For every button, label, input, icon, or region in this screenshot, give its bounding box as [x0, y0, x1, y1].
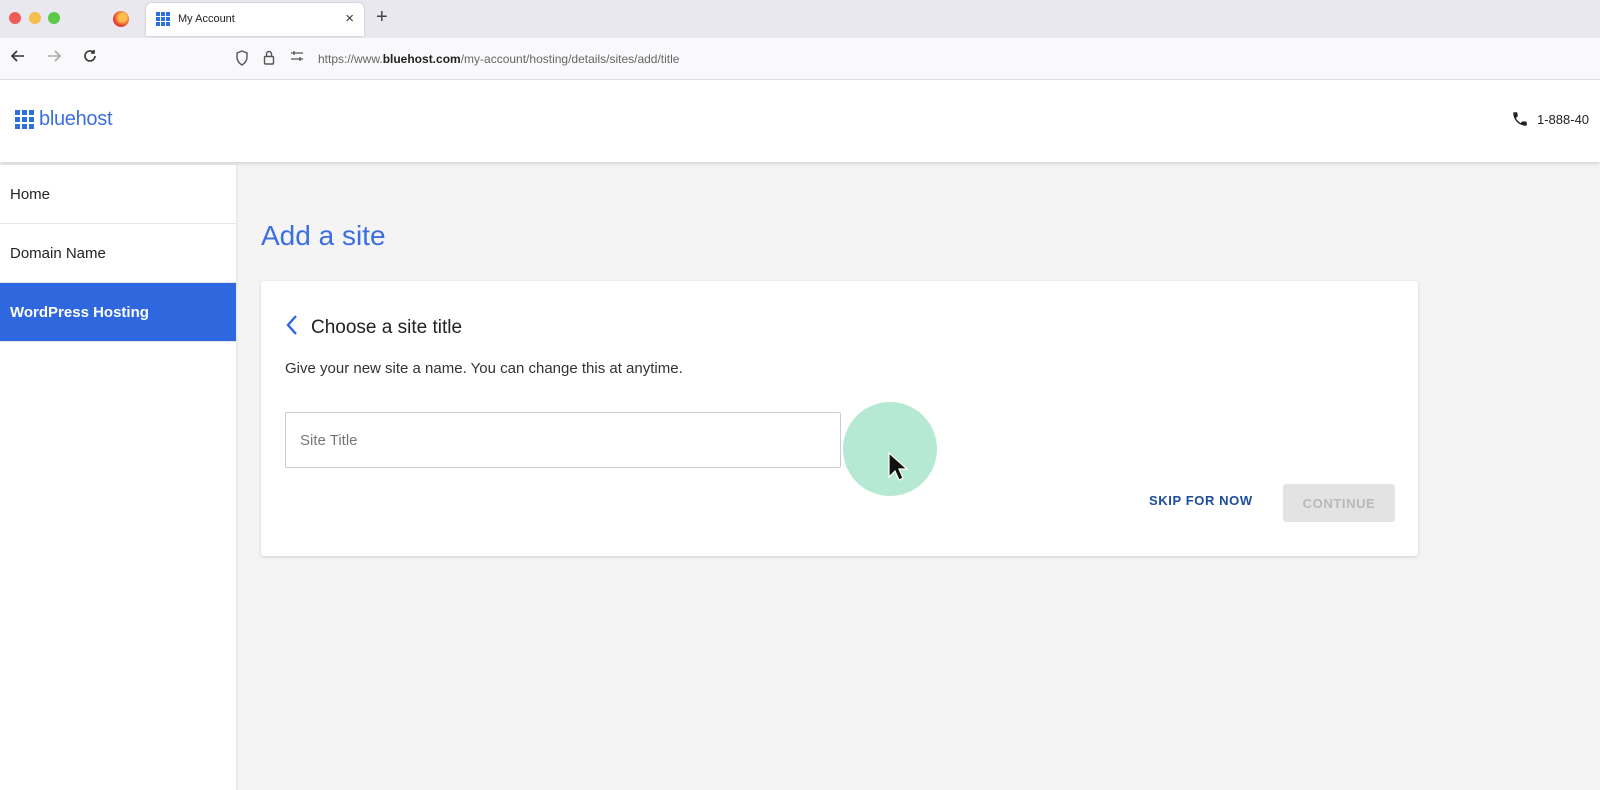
phone-number: 1-888-40: [1537, 111, 1590, 127]
url-path: /my-account/hosting/details/sites/add/ti…: [460, 52, 680, 66]
page-title: Add a site: [261, 220, 386, 251]
logo-grid-icon: [15, 110, 34, 129]
back-button[interactable]: [10, 48, 26, 69]
firefox-icon[interactable]: [113, 11, 129, 27]
sidebar-item-domain-name[interactable]: Domain Name: [0, 224, 236, 283]
bluehost-favicon-icon: [156, 12, 170, 26]
url-prefix: https://www.: [318, 52, 383, 66]
arrow-right-icon: [48, 50, 62, 62]
new-tab-button[interactable]: +: [376, 6, 388, 29]
skip-for-now-button[interactable]: SKIP FOR NOW: [1149, 493, 1253, 508]
sidebar-item-home[interactable]: Home: [0, 165, 236, 224]
sidebar-nav: Home Domain Name WordPress Hosting: [0, 165, 236, 790]
address-bar[interactable]: https://www.bluehost.com/my-account/host…: [318, 52, 679, 66]
card-description: Give your new site a name. You can chang…: [285, 360, 683, 377]
site-title-card: Choose a site title Give your new site a…: [261, 281, 1418, 556]
browser-tab-bar: My Account × +: [0, 0, 1600, 38]
reload-button[interactable]: [82, 48, 98, 69]
browser-toolbar: https://www.bluehost.com/my-account/host…: [0, 38, 1600, 80]
continue-button[interactable]: CONTINUE: [1283, 484, 1395, 522]
window-minimize-button[interactable]: [29, 12, 41, 24]
shield-icon[interactable]: [235, 50, 249, 69]
arrow-left-icon: [10, 50, 24, 62]
phone-link[interactable]: 1-888-40: [1511, 110, 1589, 128]
sidebar-item-wordpress-hosting[interactable]: WordPress Hosting: [0, 283, 236, 342]
reload-icon: [84, 50, 96, 62]
window-close-button[interactable]: [9, 12, 21, 24]
window-maximize-button[interactable]: [48, 12, 60, 24]
card-header: Choose a site title: [285, 314, 462, 341]
permissions-icon[interactable]: [290, 50, 304, 65]
bluehost-logo[interactable]: bluehost: [15, 108, 113, 131]
tab-title: My Account: [178, 13, 235, 25]
card-title: Choose a site title: [311, 316, 463, 338]
lock-icon[interactable]: [263, 50, 275, 68]
mouse-cursor-icon: [888, 452, 908, 481]
forward-button[interactable]: [46, 48, 62, 69]
site-header: bluehost 1-888-40: [0, 80, 1600, 162]
site-title-input[interactable]: [285, 412, 841, 468]
tab-close-icon[interactable]: ×: [345, 10, 354, 27]
phone-icon: [1513, 112, 1527, 126]
logo-text: bluehost: [39, 108, 113, 130]
tab-my-account[interactable]: My Account ×: [146, 3, 364, 36]
url-domain: bluehost.com: [382, 52, 461, 66]
chevron-left-icon[interactable]: [285, 314, 299, 341]
